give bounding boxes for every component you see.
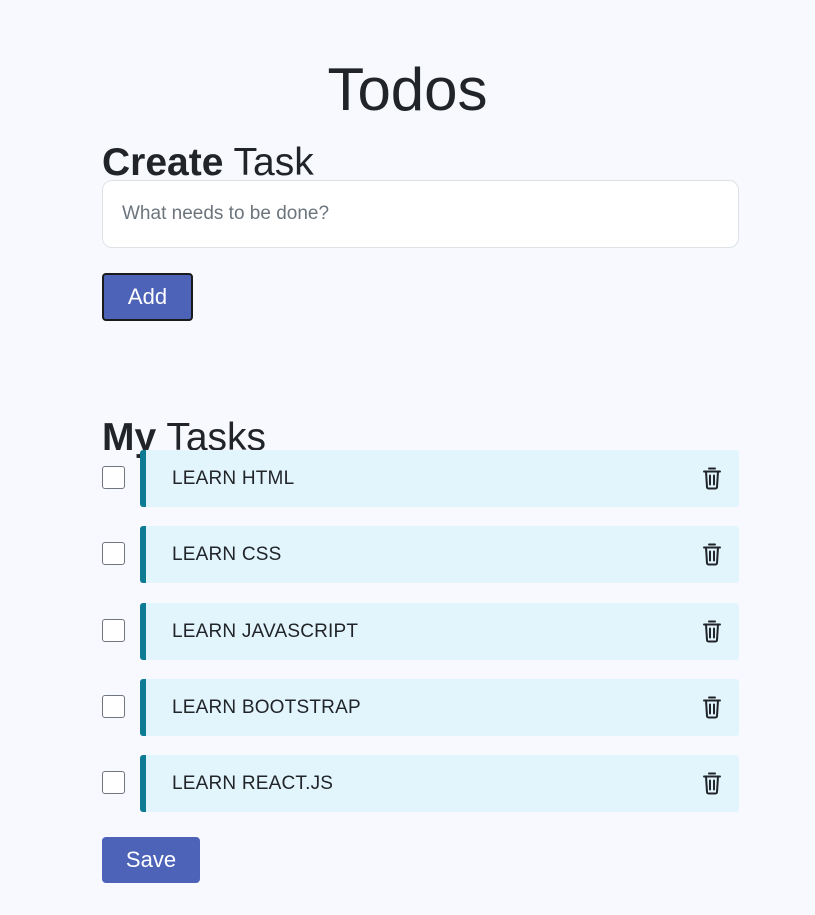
task-item: LEARN HTML xyxy=(102,450,739,507)
add-button[interactable]: Add xyxy=(102,273,193,321)
task-checkbox[interactable] xyxy=(102,694,125,718)
task-checkbox[interactable] xyxy=(102,618,125,642)
task-label: LEARN REACT.JS xyxy=(172,773,334,795)
task-checkbox[interactable] xyxy=(102,542,125,566)
task-checkbox[interactable] xyxy=(102,771,125,795)
task-item: LEARN BOOTSTRAP xyxy=(102,678,739,736)
trash-icon[interactable] xyxy=(702,772,722,795)
app-title: Todos xyxy=(327,56,488,124)
task-label: LEARN HTML xyxy=(172,468,295,489)
save-button[interactable]: Save xyxy=(102,837,200,883)
task-item: LEARN REACT.JS xyxy=(102,755,739,813)
trash-icon[interactable] xyxy=(702,543,722,566)
new-task-input[interactable] xyxy=(102,180,739,248)
trash-icon[interactable] xyxy=(702,620,722,643)
task-card: LEARN HTML xyxy=(140,450,739,507)
task-card: LEARN REACT.JS xyxy=(140,755,739,813)
task-item: LEARN CSS xyxy=(102,526,739,584)
create-heading-bold: Create xyxy=(102,141,224,185)
task-card: LEARN CSS xyxy=(140,526,739,584)
task-card: LEARN BOOTSTRAP xyxy=(140,678,739,736)
task-item: LEARN JAVASCRIPT xyxy=(102,602,739,660)
trash-icon[interactable] xyxy=(702,467,722,490)
create-heading-rest: Task xyxy=(233,141,314,185)
task-checkbox[interactable] xyxy=(102,466,125,489)
task-label: LEARN CSS xyxy=(172,544,282,566)
task-label: LEARN BOOTSTRAP xyxy=(172,696,361,718)
task-card: LEARN JAVASCRIPT xyxy=(140,602,739,660)
task-list: LEARN HTML LEARN CSS LEARN JAVASCRIPT LE… xyxy=(102,450,739,831)
trash-icon[interactable] xyxy=(702,696,722,719)
task-label: LEARN JAVASCRIPT xyxy=(172,620,359,642)
